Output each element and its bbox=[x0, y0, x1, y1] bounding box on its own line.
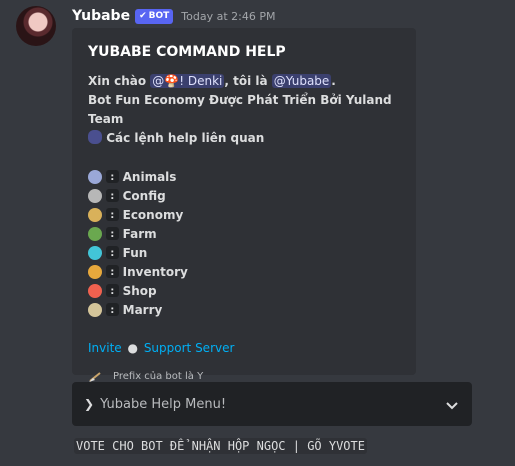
command-item: : Fun bbox=[88, 243, 400, 262]
moon-icon bbox=[88, 245, 102, 260]
help-embed: YUBABE COMMAND HELP Xin chào @🍄! Denki, … bbox=[72, 28, 416, 382]
command-label: Farm bbox=[122, 226, 157, 241]
colon-code: : bbox=[106, 265, 119, 278]
ring-icon bbox=[88, 302, 102, 317]
command-label: Shop bbox=[122, 283, 157, 298]
embed-footer: Prefix của bot là Y bbox=[88, 369, 400, 383]
command-item: : Economy bbox=[88, 205, 400, 224]
command-item: : Animals bbox=[88, 167, 400, 186]
embed-description: Xin chào @🍄! Denki, tôi là @Yubabe. Bot … bbox=[88, 72, 400, 148]
period-text: . bbox=[331, 74, 336, 88]
bot-tag-label: BOT bbox=[148, 11, 170, 21]
seedling-icon bbox=[88, 226, 102, 241]
greeting-text: Xin chào bbox=[88, 74, 147, 88]
chevron-right-icon: ❯ bbox=[84, 397, 95, 411]
embed-title: YUBABE COMMAND HELP bbox=[88, 44, 286, 60]
command-label: Config bbox=[122, 188, 166, 203]
colon-code: : bbox=[106, 170, 119, 183]
bot-mention[interactable]: @Yubabe bbox=[271, 74, 332, 88]
invite-link[interactable]: Invite bbox=[88, 341, 122, 355]
command-list: : Animals: Config: Economy: Farm: Fun: Invento… bbox=[88, 167, 400, 319]
check-icon: ✔ bbox=[139, 11, 147, 21]
command-label: Fun bbox=[122, 245, 148, 260]
money-icon bbox=[88, 207, 102, 222]
message-header: Yubabe ✔ BOT Today at 2:46 PM bbox=[72, 6, 275, 26]
colon-code: : bbox=[106, 208, 119, 221]
select-label: Yubabe Help Menu! bbox=[100, 396, 227, 412]
game-controller-icon bbox=[88, 130, 102, 144]
command-item: : Marry bbox=[88, 300, 400, 319]
command-item: : Inventory bbox=[88, 262, 400, 281]
bot-badge: ✔ BOT bbox=[135, 8, 174, 24]
after-mention-text: , tôi là bbox=[224, 74, 268, 88]
author-name[interactable]: Yubabe bbox=[72, 8, 130, 24]
chevron-down-icon[interactable] bbox=[446, 395, 458, 414]
help-select-menu[interactable]: ❯ Yubabe Help Menu! bbox=[72, 382, 472, 426]
bag-icon bbox=[88, 283, 102, 298]
avatar[interactable] bbox=[16, 6, 56, 46]
ghost-icon bbox=[88, 169, 102, 184]
colon-code: : bbox=[106, 246, 119, 259]
support-server-link[interactable]: Support Server bbox=[144, 341, 235, 355]
user-mention[interactable]: @🍄! Denki bbox=[150, 74, 225, 88]
colon-code: : bbox=[106, 227, 119, 240]
description-line-3: Các lệnh help liên quan bbox=[106, 131, 265, 145]
box-icon bbox=[88, 264, 102, 279]
broom-icon bbox=[88, 369, 104, 383]
command-label: Economy bbox=[122, 207, 184, 222]
description-line-2: Bot Fun Economy Được Phát Triển Bởi Yula… bbox=[88, 93, 392, 126]
link-separator: ● bbox=[127, 341, 138, 355]
command-label: Marry bbox=[122, 302, 163, 317]
command-label: Animals bbox=[122, 169, 177, 184]
embed-links: Invite ● Support Server bbox=[88, 341, 400, 355]
gear-icon bbox=[88, 188, 102, 203]
colon-code: : bbox=[106, 303, 119, 316]
command-label: Inventory bbox=[122, 264, 188, 279]
command-item: : Farm bbox=[88, 224, 400, 243]
colon-code: : bbox=[106, 284, 119, 297]
colon-code: : bbox=[106, 189, 119, 202]
command-item: : Config bbox=[88, 186, 400, 205]
command-item: : Shop bbox=[88, 281, 400, 300]
vote-message: VOTE CHO BOT ĐỂ NHẬN HỘP NGỌC | GÕ YVOTE bbox=[74, 438, 367, 454]
footer-text: Prefix của bot là Y bbox=[113, 370, 204, 382]
timestamp: Today at 2:46 PM bbox=[181, 9, 276, 23]
